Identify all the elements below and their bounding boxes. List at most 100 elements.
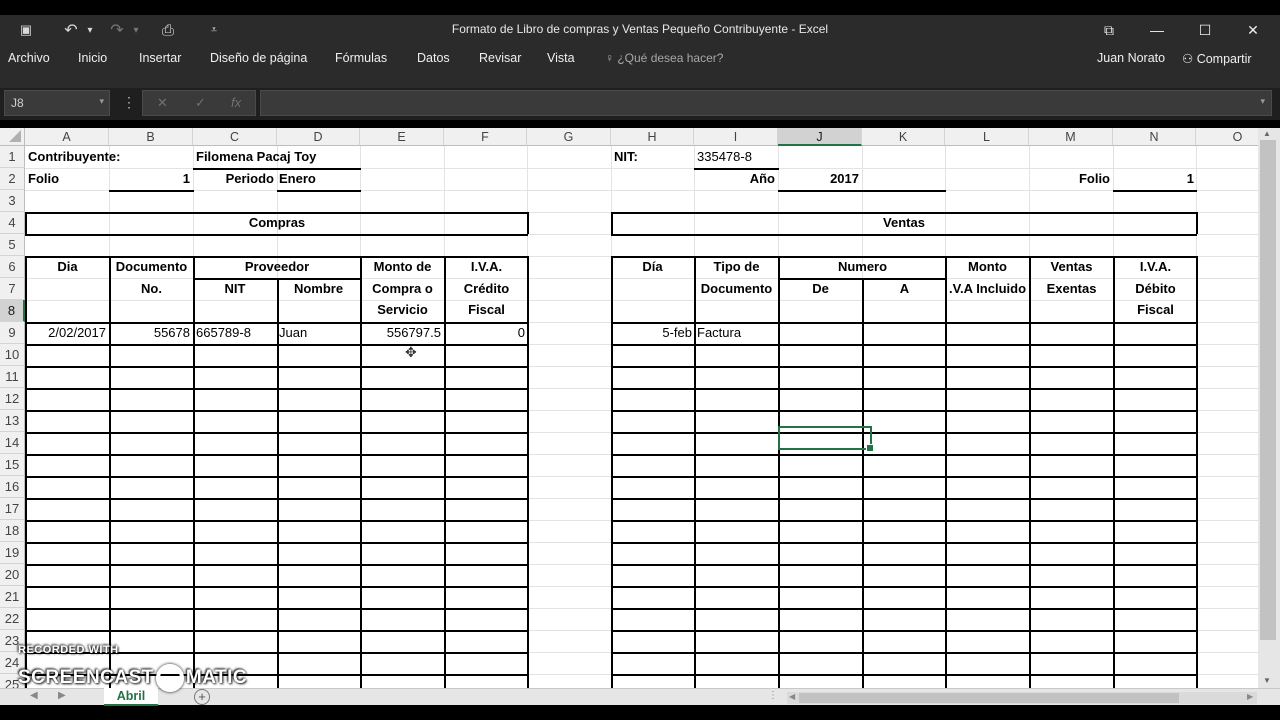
- compras-monto-header-1[interactable]: Monto de: [361, 257, 444, 278]
- compras-title[interactable]: Compras: [26, 213, 528, 234]
- tab-archivo[interactable]: Archivo: [8, 51, 50, 65]
- enter-icon[interactable]: ✓: [195, 95, 206, 111]
- sheet-tab-abril[interactable]: Abril: [104, 688, 158, 706]
- compras-documento-no-header[interactable]: No.: [110, 279, 193, 300]
- column-header-l[interactable]: L: [945, 128, 1029, 146]
- row-header-6[interactable]: 6: [0, 256, 25, 278]
- row-header-1[interactable]: 1: [0, 146, 25, 168]
- row-header-13[interactable]: 13: [0, 410, 25, 432]
- row-header-20[interactable]: 20: [0, 564, 25, 586]
- column-header-e[interactable]: E: [360, 128, 444, 146]
- prev-sheet-icon[interactable]: ◀: [30, 690, 38, 701]
- row-header-25[interactable]: 25: [0, 674, 25, 688]
- vertical-scrollbar[interactable]: ▲ ▼: [1258, 128, 1280, 688]
- column-header-g[interactable]: G: [527, 128, 611, 146]
- ribbon-display-icon[interactable]: ⧉: [1086, 15, 1132, 45]
- ventas-iva-header-1[interactable]: I.V.A.: [1114, 257, 1197, 278]
- row-header-21[interactable]: 21: [0, 586, 25, 608]
- ventas-tipo-cell[interactable]: Factura: [697, 323, 777, 344]
- row-header-19[interactable]: 19: [0, 542, 25, 564]
- scroll-left-icon[interactable]: ◀: [789, 692, 795, 701]
- cancel-icon[interactable]: ✕: [157, 95, 168, 111]
- column-header-f[interactable]: F: [444, 128, 527, 146]
- compras-dia-header[interactable]: Dia: [26, 257, 109, 278]
- anio-value[interactable]: 2017: [779, 169, 861, 190]
- compras-nit-cell[interactable]: 665789-8: [196, 323, 276, 344]
- ventas-numero-header[interactable]: Numero: [779, 257, 946, 278]
- column-header-j[interactable]: J: [778, 128, 862, 146]
- share-button[interactable]: ⚇ Compartir: [1182, 51, 1252, 66]
- folio-label[interactable]: Folio: [28, 169, 108, 190]
- compras-iva-header-2[interactable]: Crédito: [445, 279, 528, 300]
- name-box[interactable]: J8 ▾: [4, 90, 110, 116]
- column-header-n[interactable]: N: [1113, 128, 1196, 146]
- user-name[interactable]: Juan Norato: [1097, 51, 1165, 65]
- column-header-b[interactable]: B: [109, 128, 193, 146]
- column-header-k[interactable]: K: [862, 128, 945, 146]
- row-header-12[interactable]: 12: [0, 388, 25, 410]
- expand-formula-icon[interactable]: ▾: [1260, 96, 1265, 107]
- ventas-dia-cell[interactable]: 5-feb: [611, 323, 694, 344]
- ventas-a-header[interactable]: A: [863, 279, 946, 300]
- row-header-17[interactable]: 17: [0, 498, 25, 520]
- row-header-7[interactable]: 7: [0, 278, 25, 300]
- ventas-iva-header-2[interactable]: Débito: [1114, 279, 1197, 300]
- ventas-exentas-header-2[interactable]: Exentas: [1030, 279, 1113, 300]
- folio-right-label[interactable]: Folio: [1030, 169, 1112, 190]
- folio-right-value[interactable]: 1: [1114, 169, 1196, 190]
- vertical-scroll-thumb[interactable]: [1260, 140, 1276, 640]
- folio-left-value[interactable]: 1: [110, 169, 192, 190]
- column-header-d[interactable]: D: [277, 128, 360, 146]
- compras-iva-header-1[interactable]: I.V.A.: [445, 257, 528, 278]
- column-header-i[interactable]: I: [694, 128, 778, 146]
- more-options-icon[interactable]: ⋮: [122, 94, 136, 111]
- compras-monto-cell[interactable]: 556797.5: [361, 323, 443, 344]
- compras-iva-header-3[interactable]: Fiscal: [445, 300, 528, 321]
- compras-dia-cell[interactable]: 2/02/2017: [26, 323, 108, 344]
- ventas-iva-header-3[interactable]: Fiscal: [1114, 300, 1197, 321]
- minimize-button[interactable]: —: [1134, 15, 1180, 45]
- row-header-14[interactable]: 14: [0, 432, 25, 454]
- row-header-24[interactable]: 24: [0, 652, 25, 674]
- column-header-a[interactable]: A: [25, 128, 109, 146]
- tab-insertar[interactable]: Insertar: [139, 51, 181, 65]
- insert-function-icon[interactable]: fx: [231, 95, 241, 110]
- scroll-right-icon[interactable]: ▶: [1247, 692, 1253, 701]
- row-header-18[interactable]: 18: [0, 520, 25, 542]
- row-header-15[interactable]: 15: [0, 454, 25, 476]
- ventas-de-header[interactable]: De: [779, 279, 862, 300]
- scroll-up-icon[interactable]: ▲: [1263, 129, 1271, 138]
- compras-proveedor-header[interactable]: Proveedor: [194, 257, 360, 278]
- ventas-dia-header[interactable]: Día: [611, 257, 694, 278]
- anio-label[interactable]: Año: [695, 169, 777, 190]
- periodo-value[interactable]: Enero: [279, 169, 359, 190]
- compras-monto-header-2[interactable]: Compra o: [361, 279, 444, 300]
- column-header-c[interactable]: C: [193, 128, 277, 146]
- tab-revisar[interactable]: Revisar: [479, 51, 521, 65]
- scroll-down-icon[interactable]: ▼: [1263, 676, 1271, 685]
- next-sheet-icon[interactable]: ▶: [58, 690, 66, 701]
- tell-me-search[interactable]: ♀ ¿Qué desea hacer?: [605, 51, 723, 65]
- row-header-11[interactable]: 11: [0, 366, 25, 388]
- ventas-title[interactable]: Ventas: [611, 213, 1197, 234]
- tab-formulas[interactable]: Fórmulas: [335, 51, 387, 65]
- compras-nit-header[interactable]: NIT: [194, 279, 276, 300]
- add-sheet-button[interactable]: +: [194, 689, 210, 705]
- formula-input[interactable]: ▾: [260, 90, 1272, 116]
- contribuyente-label[interactable]: Contribuyente:: [28, 147, 188, 168]
- row-header-23[interactable]: 23: [0, 630, 25, 652]
- row-header-5[interactable]: 5: [0, 234, 25, 256]
- compras-documento-cell[interactable]: 55678: [110, 323, 192, 344]
- row-header-22[interactable]: 22: [0, 608, 25, 630]
- ventas-tipo-header-1[interactable]: Tipo de: [695, 257, 778, 278]
- tab-datos[interactable]: Datos: [417, 51, 450, 65]
- column-header-h[interactable]: H: [611, 128, 694, 146]
- select-all-button[interactable]: [0, 128, 25, 146]
- column-header-m[interactable]: M: [1029, 128, 1113, 146]
- row-header-9[interactable]: 9: [0, 322, 25, 344]
- active-cell-j8[interactable]: [778, 426, 874, 452]
- maximize-button[interactable]: ☐: [1182, 15, 1228, 45]
- row-header-8[interactable]: 8: [0, 300, 25, 322]
- horizontal-scroll-thumb[interactable]: [799, 693, 1179, 703]
- compras-iva-cell[interactable]: 0: [445, 323, 527, 344]
